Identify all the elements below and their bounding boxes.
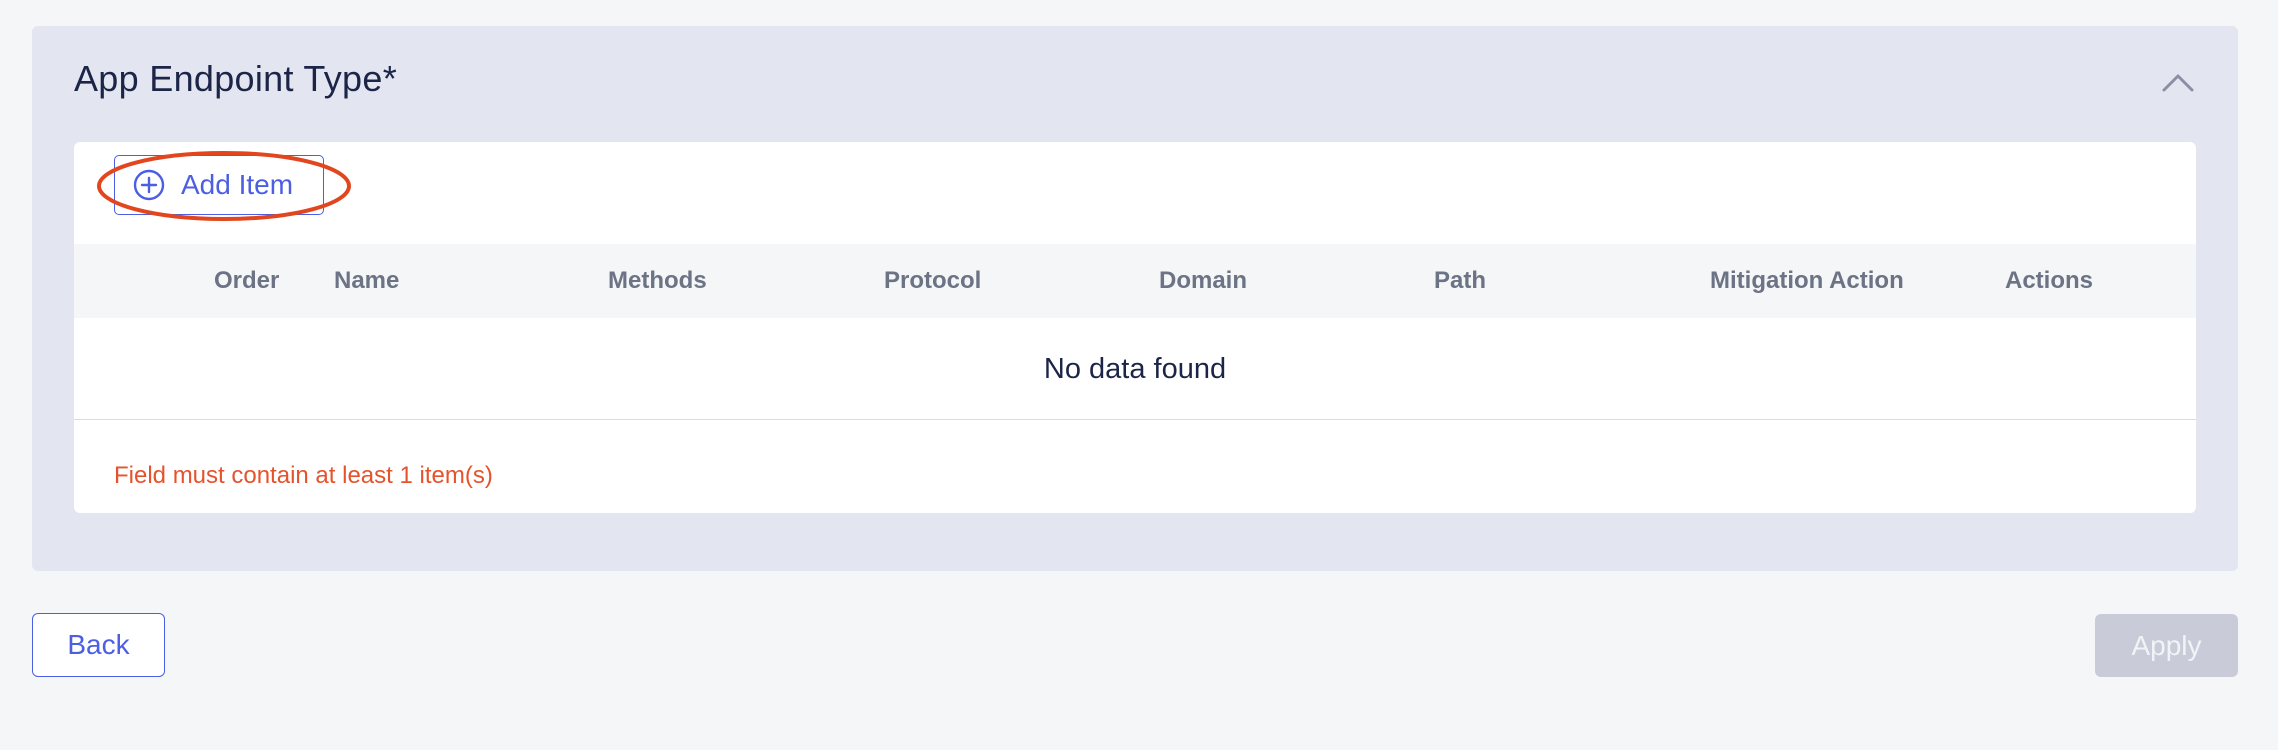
column-header-mitigation-action[interactable]: Mitigation Action (1710, 244, 1904, 318)
column-header-methods[interactable]: Methods (608, 244, 707, 318)
required-marker: * (382, 58, 397, 99)
add-item-button[interactable]: Add Item (114, 155, 324, 215)
items-card: Add Item Order Name Methods Protocol Dom… (74, 142, 2196, 513)
section-title-text: App Endpoint Type (74, 58, 383, 99)
app-endpoint-type-section: App Endpoint Type* Add Item Order Name M… (32, 26, 2238, 571)
back-button[interactable]: Back (32, 613, 165, 677)
column-header-protocol[interactable]: Protocol (884, 244, 981, 318)
column-header-domain[interactable]: Domain (1159, 244, 1247, 318)
empty-table-message: No data found (74, 318, 2196, 420)
validation-error: Field must contain at least 1 item(s) (114, 462, 493, 489)
column-header-order[interactable]: Order (214, 244, 279, 318)
chevron-up-icon[interactable] (2160, 70, 2196, 94)
plus-circle-icon (133, 169, 165, 201)
section-title: App Endpoint Type* (74, 58, 397, 100)
column-header-actions: Actions (2005, 267, 2094, 294)
apply-button[interactable]: Apply (2095, 614, 2238, 677)
column-header-name[interactable]: Name (334, 244, 399, 318)
column-header-path[interactable]: Path (1434, 244, 1486, 318)
add-item-label: Add Item (181, 169, 294, 200)
table-header: Order Name Methods Protocol Domain Path … (74, 244, 2196, 318)
